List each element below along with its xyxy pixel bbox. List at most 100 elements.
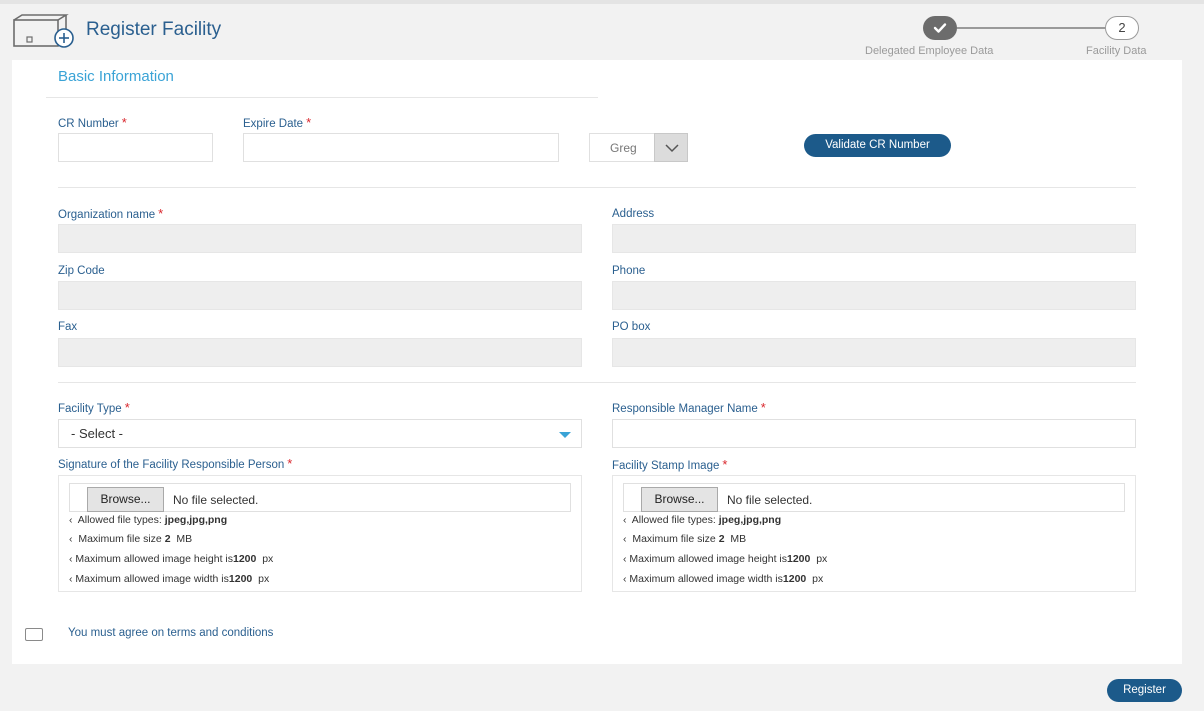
signature-upload-panel: Browse... No file selected. ‹ Allowed fi…	[58, 475, 582, 592]
facility-type-label-text: Facility Type	[58, 403, 122, 415]
stamp-file-status: No file selected.	[727, 493, 813, 507]
step-2-indicator: 2	[1105, 16, 1139, 40]
signature-label: Signature of the Facility Responsible Pe…	[58, 456, 292, 471]
organization-name-label: Organization name *	[58, 206, 163, 221]
rule-value: jpeg,jpg,png	[718, 514, 782, 526]
required-marker: *	[760, 400, 766, 415]
rule-text: Maximum allowed image height is	[75, 553, 233, 565]
checkmark-icon	[933, 23, 947, 33]
phone-label: Phone	[612, 265, 646, 277]
zip-code-field	[58, 281, 582, 310]
rule-value: 1200	[782, 573, 807, 585]
rule-bullet: ‹	[69, 573, 73, 585]
rule-bullet: ‹	[623, 553, 627, 565]
signature-label-text: Signature of the Facility Responsible Pe…	[58, 459, 285, 471]
rule-unit: MB	[730, 533, 747, 545]
step-connector	[957, 27, 1105, 29]
address-label: Address	[612, 208, 655, 220]
rule-text: Maximum allowed image width is	[629, 573, 783, 585]
rule-text: Maximum file size	[632, 533, 716, 545]
required-marker: *	[722, 457, 728, 472]
facility-type-value: - Select -	[71, 426, 124, 441]
cr-number-label-text: CR Number	[58, 118, 119, 130]
po-box-field	[612, 338, 1136, 367]
fax-label: Fax	[58, 321, 78, 333]
terms-checkbox[interactable]	[25, 628, 43, 641]
signature-file-input[interactable]: Browse... No file selected.	[69, 483, 571, 512]
phone-field	[612, 281, 1136, 310]
upload-rule-width: ‹ Maximum allowed image width is1200 px	[69, 573, 269, 585]
page-header: Register Facility 2 Delegated Employee D…	[0, 4, 1204, 60]
chevron-down-icon	[665, 144, 679, 153]
validate-cr-button[interactable]: Validate CR Number	[804, 134, 951, 157]
caret-down-icon	[559, 432, 571, 438]
rule-unit: px	[816, 553, 828, 565]
signature-file-status: No file selected.	[173, 493, 259, 507]
terms-label: You must agree on terms and conditions	[68, 627, 274, 639]
organization-name-field	[58, 224, 582, 253]
expire-date-label-text: Expire Date	[243, 118, 304, 130]
wizard-steps: 2 Delegated Employee Data Facility Data	[860, 14, 1180, 60]
rule-value: jpeg,jpg,png	[164, 514, 228, 526]
rule-value: 1200	[787, 553, 811, 565]
stamp-upload-panel: Browse... No file selected. ‹ Allowed fi…	[612, 475, 1136, 592]
manager-name-label-text: Responsible Manager Name	[612, 403, 758, 415]
stamp-label: Facility Stamp Image *	[612, 457, 727, 472]
step-1-label: Delegated Employee Data	[865, 45, 994, 57]
required-marker: *	[287, 456, 293, 471]
rule-text: Maximum file size	[78, 533, 162, 545]
calendar-type-value: Greg	[610, 141, 637, 155]
required-marker: *	[121, 115, 127, 130]
stamp-label-text: Facility Stamp Image	[612, 460, 720, 472]
rule-unit: px	[262, 553, 274, 565]
stamp-browse-button[interactable]: Browse...	[641, 487, 718, 512]
manager-name-input[interactable]	[612, 419, 1136, 448]
required-marker: *	[306, 115, 312, 130]
rule-bullet: ‹	[623, 533, 627, 545]
calendar-type-select[interactable]: Greg	[589, 133, 688, 162]
page-title: Register Facility	[86, 19, 222, 40]
rule-text: Allowed file types:	[631, 514, 716, 526]
register-button[interactable]: Register	[1107, 679, 1182, 702]
cr-number-label: CR Number *	[58, 115, 127, 130]
upload-rule-size: ‹ Maximum file size 2 MB	[623, 533, 746, 545]
upload-rule-size: ‹ Maximum file size 2 MB	[69, 533, 192, 545]
stamp-file-input[interactable]: Browse... No file selected.	[623, 483, 1125, 512]
facility-type-label: Facility Type *	[58, 400, 130, 415]
rule-bullet: ‹	[623, 514, 627, 526]
rule-value: 1200	[228, 573, 253, 585]
rule-value: 2	[718, 533, 725, 545]
expire-date-input[interactable]	[243, 133, 559, 162]
upload-rule-types: ‹ Allowed file types: jpeg,jpg,png	[623, 514, 781, 526]
rule-text: Maximum allowed image height is	[629, 553, 787, 565]
upload-rule-types: ‹ Allowed file types: jpeg,jpg,png	[69, 514, 227, 526]
section-divider	[46, 97, 598, 98]
rule-bullet: ‹	[69, 514, 73, 526]
upload-rule-height: ‹ Maximum allowed image height is1200 px	[69, 553, 273, 565]
signature-browse-button[interactable]: Browse...	[87, 487, 164, 512]
rule-text: Allowed file types:	[77, 514, 162, 526]
manager-name-label: Responsible Manager Name *	[612, 400, 766, 415]
step-1-indicator	[923, 16, 957, 40]
zip-code-label: Zip Code	[58, 265, 105, 277]
facility-type-select[interactable]: - Select -	[58, 419, 582, 448]
required-marker: *	[158, 206, 164, 221]
calendar-dropdown-button[interactable]	[654, 133, 688, 162]
section-title: Basic Information	[58, 68, 174, 85]
rule-unit: px	[258, 573, 270, 585]
rule-value: 1200	[233, 553, 257, 565]
fax-field	[58, 338, 582, 367]
rule-unit: MB	[176, 533, 193, 545]
cr-number-input[interactable]	[58, 133, 213, 162]
upload-rule-width: ‹ Maximum allowed image width is1200 px	[623, 573, 823, 585]
address-field	[612, 224, 1136, 253]
facility-add-icon	[13, 14, 74, 48]
organization-name-label-text: Organization name	[58, 209, 156, 221]
rule-bullet: ‹	[69, 553, 73, 565]
rule-value: 2	[164, 533, 171, 545]
expire-date-label: Expire Date *	[243, 115, 311, 130]
rule-bullet: ‹	[69, 533, 73, 545]
rule-unit: px	[812, 573, 824, 585]
rule-text: Maximum allowed image width is	[75, 573, 229, 585]
rule-bullet: ‹	[623, 573, 627, 585]
